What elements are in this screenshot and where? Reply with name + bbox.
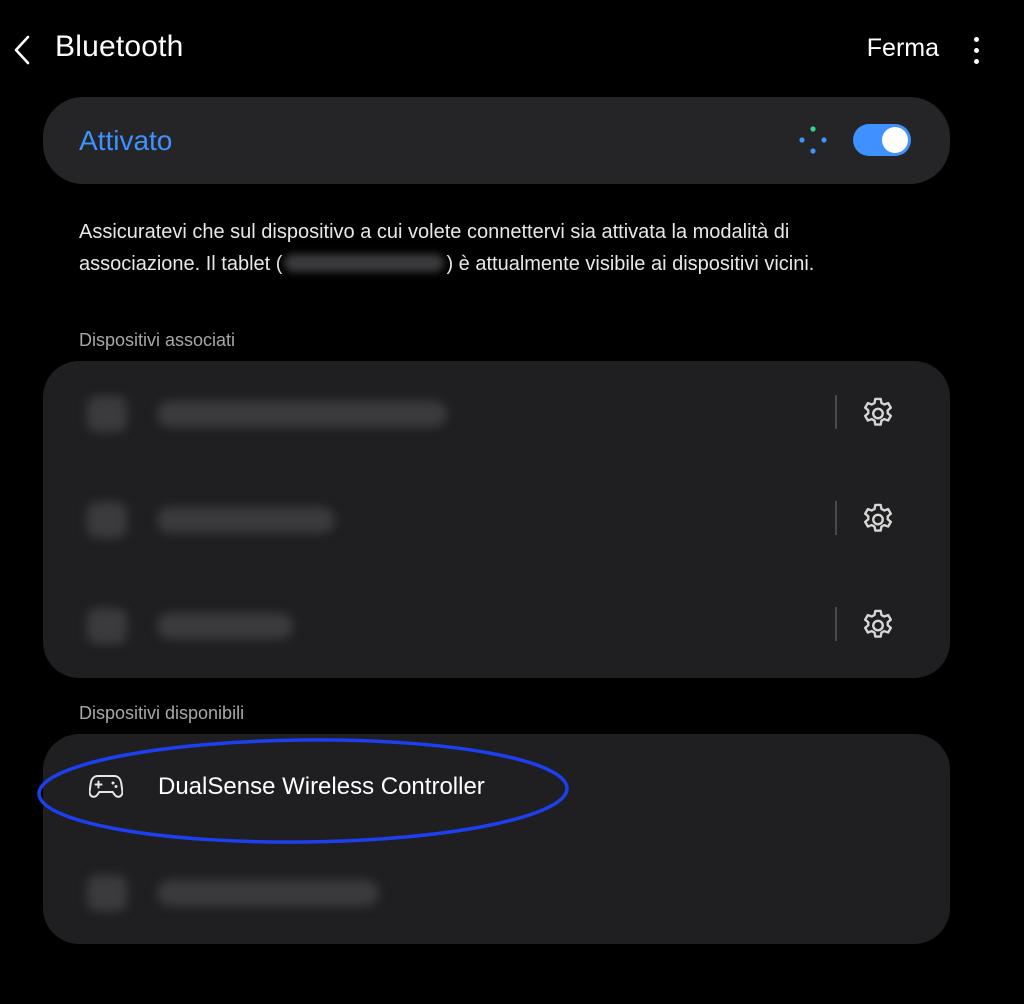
row-divider bbox=[835, 607, 837, 641]
bluetooth-toggle-card[interactable]: Attivato bbox=[43, 97, 950, 184]
bluetooth-switch[interactable] bbox=[853, 124, 911, 156]
available-devices-heading: Dispositivi disponibili bbox=[79, 703, 245, 723]
redacted-device-icon bbox=[87, 608, 127, 644]
gamepad-icon bbox=[89, 775, 123, 798]
redacted-device-name bbox=[284, 254, 445, 272]
paired-device-row[interactable] bbox=[43, 573, 950, 679]
paired-device-row[interactable] bbox=[43, 467, 950, 573]
more-options-button[interactable] bbox=[964, 32, 988, 68]
chevron-left-icon bbox=[14, 35, 30, 65]
redacted-device-label bbox=[157, 401, 447, 427]
page-title: Bluetooth bbox=[55, 30, 184, 63]
back-button[interactable] bbox=[4, 28, 40, 72]
redacted-device-label bbox=[157, 613, 293, 639]
scanning-indicator-icon bbox=[799, 126, 827, 154]
redacted-device-label bbox=[157, 880, 379, 906]
available-device-row[interactable] bbox=[43, 840, 950, 946]
app-header: Bluetooth Ferma bbox=[0, 0, 1024, 100]
bluetooth-status-label: Attivato bbox=[79, 125, 173, 156]
description-text-after: ) è attualmente visibile ai dispositivi … bbox=[446, 253, 815, 275]
paired-devices-card bbox=[43, 361, 950, 678]
more-vertical-icon bbox=[973, 36, 979, 42]
redacted-device-icon bbox=[87, 396, 127, 432]
redacted-device-label bbox=[157, 507, 335, 533]
gear-icon[interactable] bbox=[859, 607, 897, 645]
paired-devices-heading: Dispositivi associati bbox=[79, 330, 236, 350]
device-name: DualSense Wireless Controller bbox=[158, 773, 485, 800]
paired-device-row[interactable] bbox=[43, 361, 950, 467]
row-divider bbox=[835, 501, 837, 535]
gear-icon[interactable] bbox=[859, 395, 897, 433]
row-divider bbox=[835, 395, 837, 429]
available-devices-card: DualSense Wireless Controller bbox=[43, 734, 950, 944]
visibility-description: Assicuratevi che sul dispositivo a cui v… bbox=[79, 216, 899, 280]
gear-icon[interactable] bbox=[859, 501, 897, 539]
switch-knob bbox=[882, 127, 908, 153]
available-device-row[interactable]: DualSense Wireless Controller bbox=[43, 734, 950, 840]
redacted-device-icon bbox=[87, 875, 127, 911]
stop-scan-button[interactable]: Ferma bbox=[867, 34, 939, 63]
redacted-device-icon bbox=[87, 502, 127, 538]
